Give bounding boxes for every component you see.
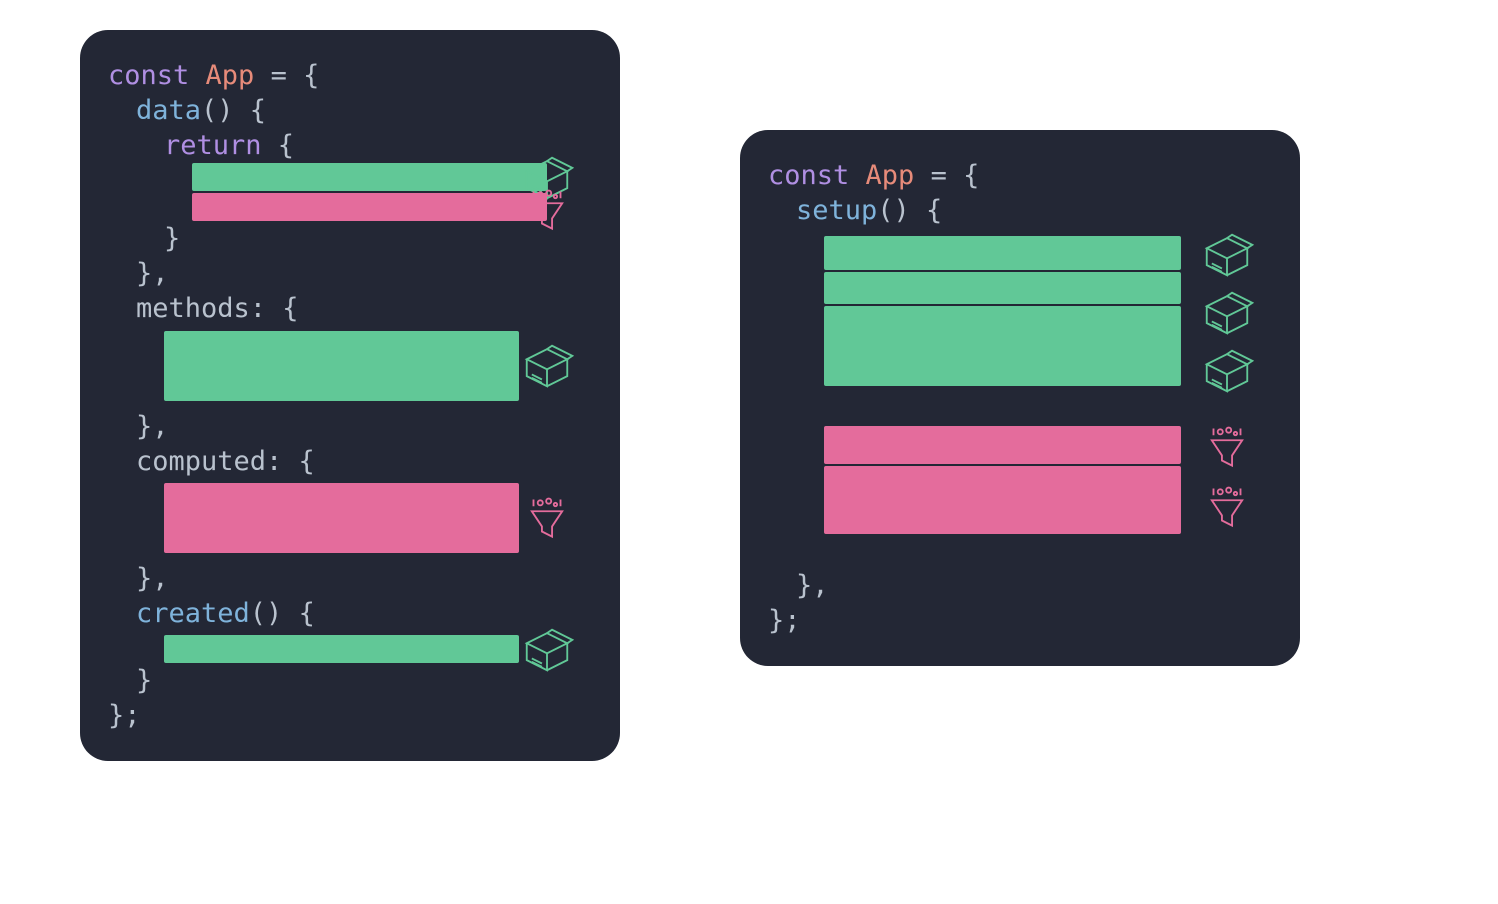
punctuation: } xyxy=(136,665,152,696)
setup-pink-1 xyxy=(824,426,1181,464)
punctuation: }, xyxy=(136,563,169,594)
code-line: }, xyxy=(108,561,596,596)
punctuation: () { xyxy=(877,195,942,226)
class-name: App xyxy=(866,160,915,191)
computed-block-pink xyxy=(164,483,519,553)
data-block-pink xyxy=(192,193,547,221)
code-line: }; xyxy=(768,603,1276,638)
code-line: }, xyxy=(108,256,596,291)
property-name: computed xyxy=(136,446,266,477)
property-name: methods xyxy=(136,293,250,324)
setup-green-1 xyxy=(824,236,1181,270)
punctuation: }, xyxy=(136,411,169,442)
composition-api-panel: const App = { setup() { xyxy=(740,130,1300,666)
box-icon xyxy=(1200,344,1254,398)
punctuation: () { xyxy=(201,95,266,126)
code-line: data() { xyxy=(108,93,596,128)
keyword-return: return xyxy=(164,130,262,161)
box-icon xyxy=(1200,228,1254,282)
setup-green-2 xyxy=(824,272,1181,304)
created-block-green xyxy=(164,635,519,663)
keyword-const: const xyxy=(108,60,206,91)
punctuation: }, xyxy=(796,570,829,601)
function-name: setup xyxy=(796,195,877,226)
punctuation: : { xyxy=(266,446,315,477)
funnel-icon xyxy=(520,183,574,237)
funnel-icon xyxy=(1200,480,1254,534)
methods-block-green xyxy=(164,331,519,401)
punctuation: } xyxy=(164,223,180,254)
punctuation: () { xyxy=(250,598,315,629)
punctuation: = { xyxy=(914,160,979,191)
box-icon xyxy=(520,623,574,677)
box-icon xyxy=(1200,286,1254,340)
punctuation: = { xyxy=(254,60,319,91)
data-block-green xyxy=(192,163,547,191)
punctuation: }, xyxy=(136,258,169,289)
setup-pink-2 xyxy=(824,466,1181,534)
punctuation: : { xyxy=(250,293,299,324)
punctuation: { xyxy=(262,130,295,161)
code-line: methods: { xyxy=(108,291,596,326)
options-api-panel: const App = { data() { return { } }, met… xyxy=(80,30,620,761)
funnel-icon xyxy=(1200,420,1254,474)
punctuation: }; xyxy=(768,605,801,636)
function-name: created xyxy=(136,598,250,629)
funnel-icon xyxy=(520,491,574,545)
code-line: }; xyxy=(108,698,596,733)
setup-green-3 xyxy=(824,306,1181,386)
class-name: App xyxy=(206,60,255,91)
code-line: setup() { xyxy=(768,193,1276,228)
code-line: const App = { xyxy=(108,58,596,93)
code-line: const App = { xyxy=(768,158,1276,193)
punctuation: }; xyxy=(108,700,141,731)
function-name: data xyxy=(136,95,201,126)
keyword-const: const xyxy=(768,160,866,191)
box-icon xyxy=(520,339,574,393)
code-line: }, xyxy=(768,568,1276,603)
code-line: computed: { xyxy=(108,444,596,479)
code-line: }, xyxy=(108,409,596,444)
